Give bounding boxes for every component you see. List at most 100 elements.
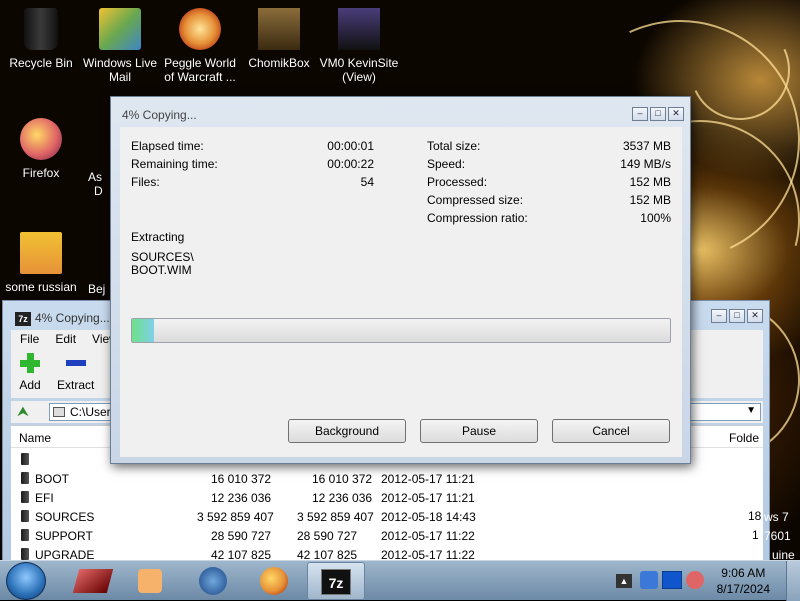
caption-buttons: – □ ✕ xyxy=(632,107,684,121)
desktop-icon-label: VM0 KevinSite (View) xyxy=(319,56,399,84)
desktop-icon-label: ChomikBox xyxy=(248,56,310,70)
taskbar-clock[interactable]: 9:06 AM 8/17/2024 xyxy=(717,565,770,597)
drive-icon xyxy=(53,407,65,417)
folder-icon xyxy=(21,548,29,560)
table-row[interactable]: EFI 12 236 036 12 236 036 2012-05-17 11:… xyxy=(11,488,763,507)
folder-icon xyxy=(21,491,29,503)
close-button[interactable]: ✕ xyxy=(747,309,763,323)
caption-buttons: – □ ✕ xyxy=(711,309,763,323)
pause-button[interactable]: Pause xyxy=(420,419,538,443)
compression-ratio-value: 100% xyxy=(640,211,671,225)
chomikbox-icon xyxy=(258,8,300,50)
taskbar-app-3[interactable] xyxy=(184,562,242,600)
desktop-icon-some-russian[interactable]: some russian xyxy=(0,232,82,294)
total-size-value: 3537 MB xyxy=(622,139,671,153)
add-button[interactable]: Add xyxy=(19,352,41,392)
desktop-icon-label: Windows Live Mail xyxy=(82,56,158,84)
remaining-value: 00:00:22 xyxy=(327,157,374,171)
operation-label: Extracting xyxy=(131,230,185,244)
desktop-icon-partial[interactable]: Bej xyxy=(88,282,110,296)
peggle-icon xyxy=(179,8,221,50)
maximize-button[interactable]: □ xyxy=(650,107,666,121)
firefox-icon xyxy=(20,118,62,160)
window-title: 7z 4% Copying... xyxy=(15,311,110,326)
compressed-size-label: Compressed size: xyxy=(427,193,524,207)
column-name[interactable]: Name xyxy=(19,431,51,445)
table-row[interactable]: SUPPORT 28 590 727 28 590 727 2012-05-17… xyxy=(11,526,763,545)
elapsed-label: Elapsed time: xyxy=(131,139,204,153)
dialog-title: 4% Copying... xyxy=(122,108,197,122)
compressed-size-value: 152 MB xyxy=(629,193,671,207)
desktop-icon-windows-live-mail[interactable]: Windows Live Mail xyxy=(79,8,161,84)
chevron-down-icon[interactable]: ▼ xyxy=(746,405,756,416)
copy-progress-dialog: 4% Copying... – □ ✕ Elapsed time: 00:00:… xyxy=(110,96,691,464)
desktop-icon-label: As xyxy=(88,170,103,184)
total-size-label: Total size: xyxy=(427,139,481,153)
desktop-icon-partial[interactable]: As D xyxy=(88,170,108,198)
background-button[interactable]: Background xyxy=(288,419,406,443)
current-path: SOURCES\ xyxy=(131,250,194,264)
taskbar: 7z ▲ 9:06 AM 8/17/2024 xyxy=(0,560,800,601)
extract-button[interactable]: Extract xyxy=(57,352,94,392)
media-player-icon xyxy=(138,569,162,593)
minus-icon xyxy=(65,352,87,374)
speed-label: Speed: xyxy=(427,157,466,171)
close-button[interactable]: ✕ xyxy=(668,107,684,121)
minimize-button[interactable]: – xyxy=(632,107,648,121)
clock-date: 8/17/2024 xyxy=(716,582,770,596)
globe-icon xyxy=(199,567,227,595)
progress-bar-fill xyxy=(132,319,154,342)
table-row[interactable]: BOOT 16 010 372 16 010 372 2012-05-17 11… xyxy=(11,469,763,488)
processed-label: Processed: xyxy=(427,175,488,189)
tray-icon-network[interactable] xyxy=(640,571,658,589)
desktop-icon-label: Firefox xyxy=(22,166,60,180)
clock-time: 9:06 AM xyxy=(721,566,766,580)
files-label: Files: xyxy=(131,175,160,189)
column-folders[interactable]: Folde xyxy=(729,431,759,445)
menu-edit[interactable]: Edit xyxy=(46,330,83,346)
maximize-button[interactable]: □ xyxy=(729,309,745,323)
folder-icon xyxy=(21,510,29,522)
plus-icon xyxy=(19,352,41,374)
show-desktop-button[interactable] xyxy=(786,561,800,601)
7zip-logo-icon: 7z xyxy=(15,312,31,326)
cancel-button[interactable]: Cancel xyxy=(552,419,670,443)
start-button[interactable] xyxy=(6,562,46,600)
table-row[interactable]: SOURCES 3 592 859 407 3 592 859 407 2012… xyxy=(11,507,763,526)
files-value: 54 xyxy=(360,175,374,189)
taskbar-firefox[interactable] xyxy=(245,562,303,600)
tray-icon-volume[interactable] xyxy=(686,571,704,589)
speed-value: 149 MB/s xyxy=(620,157,671,171)
folder-icon xyxy=(21,529,29,541)
row-extra-sources: 18 xyxy=(748,509,762,523)
minimize-button[interactable]: – xyxy=(711,309,727,323)
desktop-icon-peggle[interactable]: Peggle World of Warcraft ... xyxy=(159,8,241,84)
desktop-icon-chomikbox[interactable]: ChomikBox xyxy=(238,8,320,70)
app-icon xyxy=(72,569,114,593)
desktop-icon-recycle-bin[interactable]: Recycle Bin xyxy=(0,8,82,70)
elapsed-value: 00:00:01 xyxy=(327,139,374,153)
vm-icon xyxy=(338,8,380,50)
up-folder-icon[interactable]: ⮝ xyxy=(17,403,35,421)
compression-ratio-label: Compression ratio: xyxy=(427,211,528,225)
desktop-icon-label: D xyxy=(94,184,103,198)
tray-icon-display[interactable] xyxy=(662,571,682,589)
document-icon xyxy=(20,232,62,274)
menu-file[interactable]: File xyxy=(11,330,46,346)
7zip-logo-icon: 7z xyxy=(321,569,351,595)
row-extra-support: 1 xyxy=(752,528,759,542)
processed-value: 152 MB xyxy=(629,175,671,189)
desktop-icon-firefox[interactable]: Firefox xyxy=(0,118,82,180)
recycle-bin-icon xyxy=(24,8,58,50)
desktop-icon-label: some russian xyxy=(5,280,77,294)
taskbar-media-player[interactable] xyxy=(122,562,180,600)
taskbar-app-1[interactable] xyxy=(64,562,122,600)
desktop-icon-label: Recycle Bin xyxy=(9,56,73,70)
dialog-body: Elapsed time: 00:00:01 Remaining time: 0… xyxy=(120,127,682,457)
desktop-icon-label: Bej xyxy=(88,282,106,296)
desktop-icon-vm0-kevinsite[interactable]: VM0 KevinSite (View) xyxy=(318,8,400,84)
folder-icon xyxy=(21,453,29,465)
show-hidden-icons-button[interactable]: ▲ xyxy=(616,574,632,588)
firefox-icon xyxy=(260,567,288,595)
taskbar-7zip[interactable]: 7z xyxy=(307,562,365,600)
